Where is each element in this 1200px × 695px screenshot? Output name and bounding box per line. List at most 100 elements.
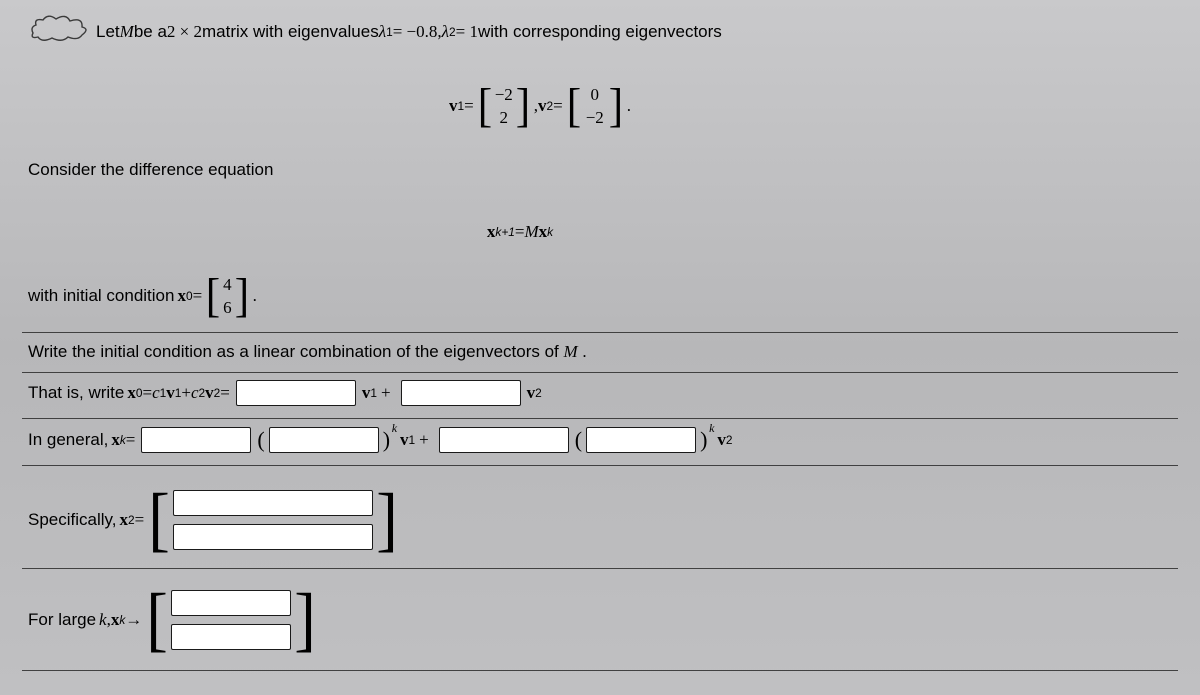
x2-bot-input[interactable] <box>173 524 373 550</box>
t: k+1 <box>495 225 515 239</box>
t: = 1 <box>456 22 478 42</box>
xk-coef1-input[interactable] <box>141 427 251 453</box>
t: Consider the difference equation <box>28 160 273 179</box>
t: 0 <box>186 289 193 303</box>
t: In general, <box>28 430 108 450</box>
t: ( <box>257 427 264 453</box>
prompt-write: Write the initial condition as a linear … <box>28 342 1172 362</box>
divider <box>22 372 1178 373</box>
t: x <box>177 286 186 306</box>
t: ) <box>383 427 390 452</box>
t: M <box>563 342 577 361</box>
t: = <box>135 510 145 530</box>
bracket-left-icon: [ <box>567 82 581 130</box>
t: For large <box>28 610 96 630</box>
t: c <box>152 383 160 403</box>
x2-top-input[interactable] <box>173 490 373 516</box>
t: v <box>205 383 214 403</box>
t: 2 <box>726 433 733 447</box>
t: ) <box>700 427 707 452</box>
prompt-consider: Consider the difference equation <box>28 160 1172 180</box>
t: x <box>127 383 136 403</box>
eigenvector-display: v1 = [ −2 2 ] , v2 = [ 0 −2 ] . <box>28 82 1052 130</box>
t: 6 <box>223 298 232 318</box>
divider <box>22 418 1178 419</box>
xk-coef2-input[interactable] <box>439 427 569 453</box>
bracket-right-icon: ] <box>609 82 623 130</box>
t: + <box>381 383 391 403</box>
c2-input[interactable] <box>401 380 521 406</box>
t: k <box>392 421 397 436</box>
limit-top-input[interactable] <box>171 590 291 616</box>
t: v <box>166 383 175 403</box>
t: 2 <box>214 386 221 400</box>
difference-equation: xk+1 = M xk <box>28 222 1012 242</box>
t: v <box>527 383 536 403</box>
c1-input[interactable] <box>236 380 356 406</box>
t: 2 × 2 <box>167 22 202 42</box>
t: 1 <box>175 386 182 400</box>
t: Write the initial condition as a linear … <box>28 342 563 361</box>
t: −2 <box>495 85 513 105</box>
t: λ <box>442 22 449 42</box>
vector-v2: [ 0 −2 ] <box>566 82 624 130</box>
t: 1 <box>160 386 167 400</box>
t: 2 <box>128 513 135 527</box>
limit-bot-input[interactable] <box>171 624 291 650</box>
t: with initial condition <box>28 286 174 306</box>
x2-line: Specifically, x2 = [ ] <box>28 490 402 550</box>
t: + <box>419 430 429 450</box>
divider <box>22 465 1178 466</box>
bracket-left-icon: [ <box>478 82 492 130</box>
xk-base1-input[interactable] <box>269 427 379 453</box>
large-k-line: For large k , xk → [ ] <box>28 590 320 650</box>
t: k <box>99 610 107 630</box>
bracket-left-icon: [ <box>146 591 168 649</box>
t: c <box>191 383 199 403</box>
bracket-left-icon: [ <box>148 491 170 549</box>
divider <box>22 670 1178 671</box>
t: 0 <box>136 386 143 400</box>
t: Specifically, <box>28 510 117 530</box>
t: 2 <box>449 25 456 39</box>
x2-vector: [ ] <box>147 490 399 550</box>
t: v <box>717 430 726 450</box>
t: 1 <box>458 99 465 113</box>
t: = −0.8, <box>393 22 442 42</box>
t: v <box>449 96 458 116</box>
t: + <box>181 383 191 403</box>
t: be a <box>134 22 167 42</box>
t: x <box>111 430 120 450</box>
t: k <box>547 225 553 239</box>
t: = <box>464 96 474 116</box>
t: k <box>709 421 714 436</box>
t: = <box>126 430 136 450</box>
t: 0 <box>584 85 606 105</box>
t: 1 <box>409 433 416 447</box>
t: with corresponding eigenvectors <box>478 22 722 42</box>
t: → <box>125 610 142 630</box>
t: = <box>193 286 203 306</box>
bracket-right-icon: ] <box>516 82 530 130</box>
t: 1 <box>370 386 377 400</box>
t: v <box>400 430 409 450</box>
t: That is, write <box>28 383 124 403</box>
t: x <box>539 222 548 242</box>
t: 2 <box>495 108 513 128</box>
initial-condition: with initial condition x0 = [ 4 6 ] . <box>28 272 1172 320</box>
divider <box>22 332 1178 333</box>
limit-vector: [ ] <box>145 590 317 650</box>
t: . <box>627 96 631 116</box>
t: ( <box>575 427 582 453</box>
divider <box>22 568 1178 569</box>
t: . <box>582 342 586 361</box>
bracket-left-icon: [ <box>206 272 220 320</box>
t: 4 <box>223 275 232 295</box>
t: M <box>120 22 134 42</box>
xk-base2-input[interactable] <box>586 427 696 453</box>
t: = <box>553 96 563 116</box>
t: −2 <box>584 108 606 128</box>
scribble-icon <box>28 15 90 43</box>
t: 2 <box>535 386 542 400</box>
problem-intro: Let M be a 2 × 2 matrix with eigenvalues… <box>96 22 1172 42</box>
